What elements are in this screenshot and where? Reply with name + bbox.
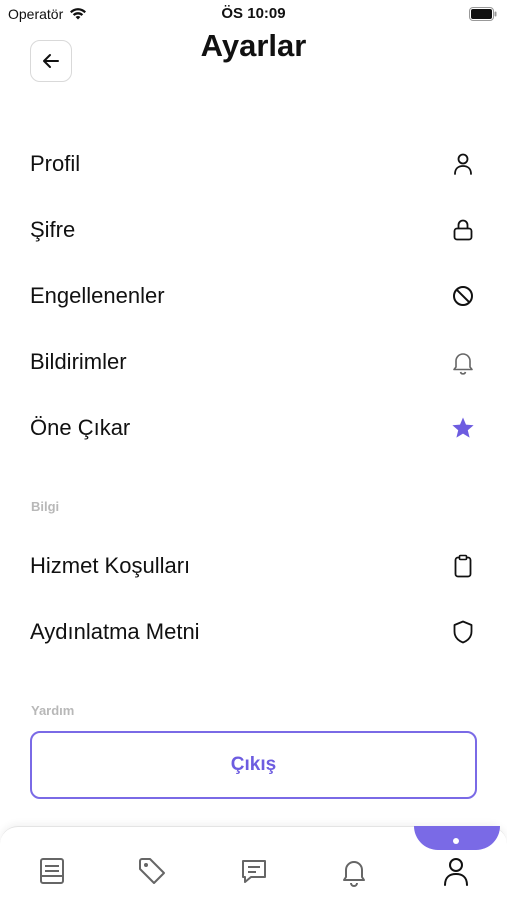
- logout-button[interactable]: Çıkış: [30, 731, 477, 799]
- settings-item-privacy[interactable]: Aydınlatma Metni: [30, 610, 477, 654]
- settings-item-boost[interactable]: Öne Çıkar: [30, 406, 477, 450]
- page-title: Ayarlar: [200, 28, 307, 63]
- settings-screen: Operatör ÖS 10:09 Ayarlar Profil Şifre E…: [0, 0, 507, 900]
- listing-icon: [40, 858, 64, 884]
- settings-item-label: Bildirimler: [30, 349, 127, 374]
- tag-icon: [139, 858, 165, 884]
- settings-item-label: Aydınlatma Metni: [30, 619, 200, 644]
- tab-offers[interactable]: [132, 851, 172, 891]
- settings-item-label: Şifre: [30, 217, 76, 242]
- chat-icon: [242, 860, 266, 883]
- settings-item-blocked[interactable]: Engellenenler: [30, 274, 477, 318]
- shield-icon: [449, 618, 477, 646]
- settings-item-notifications[interactable]: Bildirimler: [30, 340, 477, 384]
- status-time: ÖS 10:09: [221, 5, 286, 22]
- tab-profile[interactable]: [436, 851, 476, 891]
- status-bar: Operatör ÖS 10:09: [0, 0, 507, 28]
- settings-item-label: Engellenenler: [30, 283, 165, 308]
- lock-icon: [449, 216, 477, 244]
- active-tab-dot: [453, 838, 459, 844]
- settings-item-profile[interactable]: Profil: [30, 142, 477, 186]
- battery-icon: [469, 7, 497, 21]
- tab-messages[interactable]: [234, 851, 274, 891]
- settings-item-label: Profil: [30, 151, 81, 176]
- settings-item-label: Hizmet Koşulları: [30, 553, 191, 578]
- clipboard-icon: [449, 552, 477, 580]
- block-icon: [449, 282, 477, 310]
- star-icon: [449, 414, 477, 442]
- person-icon: [449, 150, 477, 178]
- tab-notifications[interactable]: [334, 851, 374, 891]
- tab-listings[interactable]: [32, 851, 72, 891]
- profile-icon: [444, 858, 468, 886]
- bell-icon: [449, 348, 477, 376]
- bell-icon: [343, 861, 365, 887]
- section-label-info: Bilgi: [31, 499, 60, 514]
- settings-item-password[interactable]: Şifre: [30, 208, 477, 252]
- settings-item-label: Öne Çıkar: [30, 415, 131, 440]
- settings-item-terms[interactable]: Hizmet Koşulları: [30, 544, 477, 588]
- section-label-help: Yardım: [31, 703, 75, 718]
